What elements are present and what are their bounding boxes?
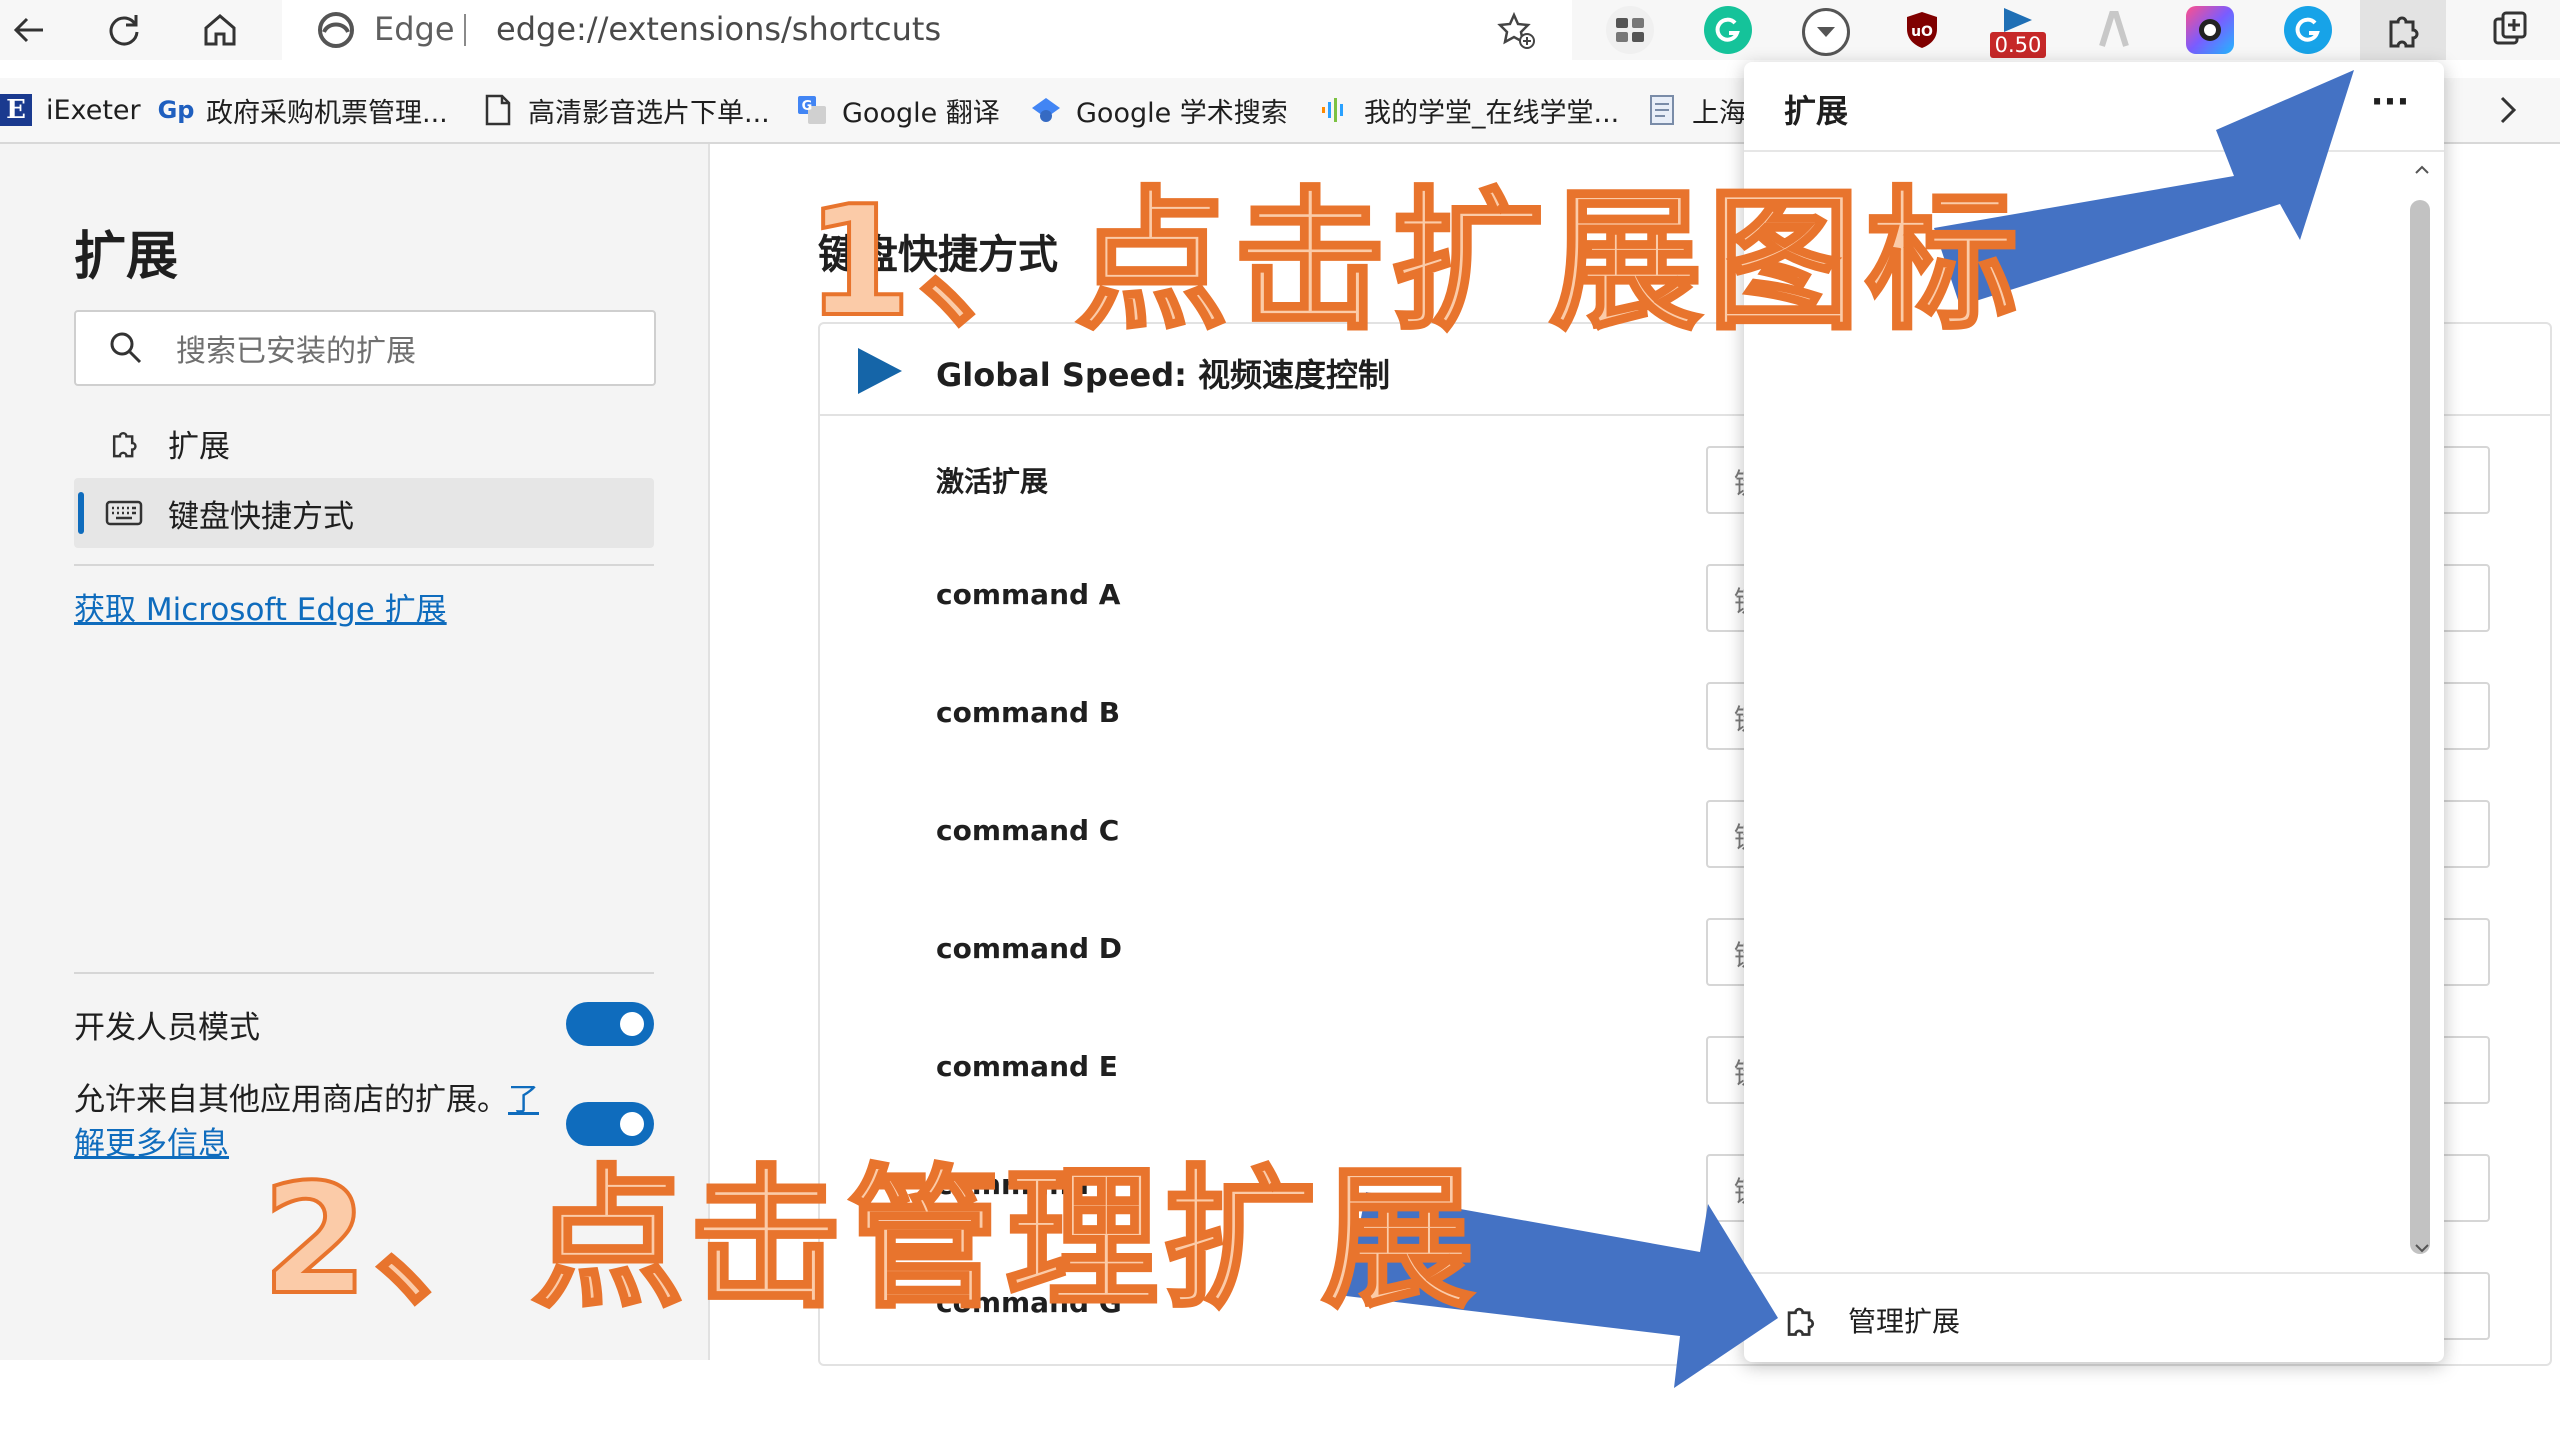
step1-annotation: 1、点击扩展图标: [804, 171, 2024, 352]
step2-annotation: 2、点击管理扩展: [260, 1149, 1480, 1330]
